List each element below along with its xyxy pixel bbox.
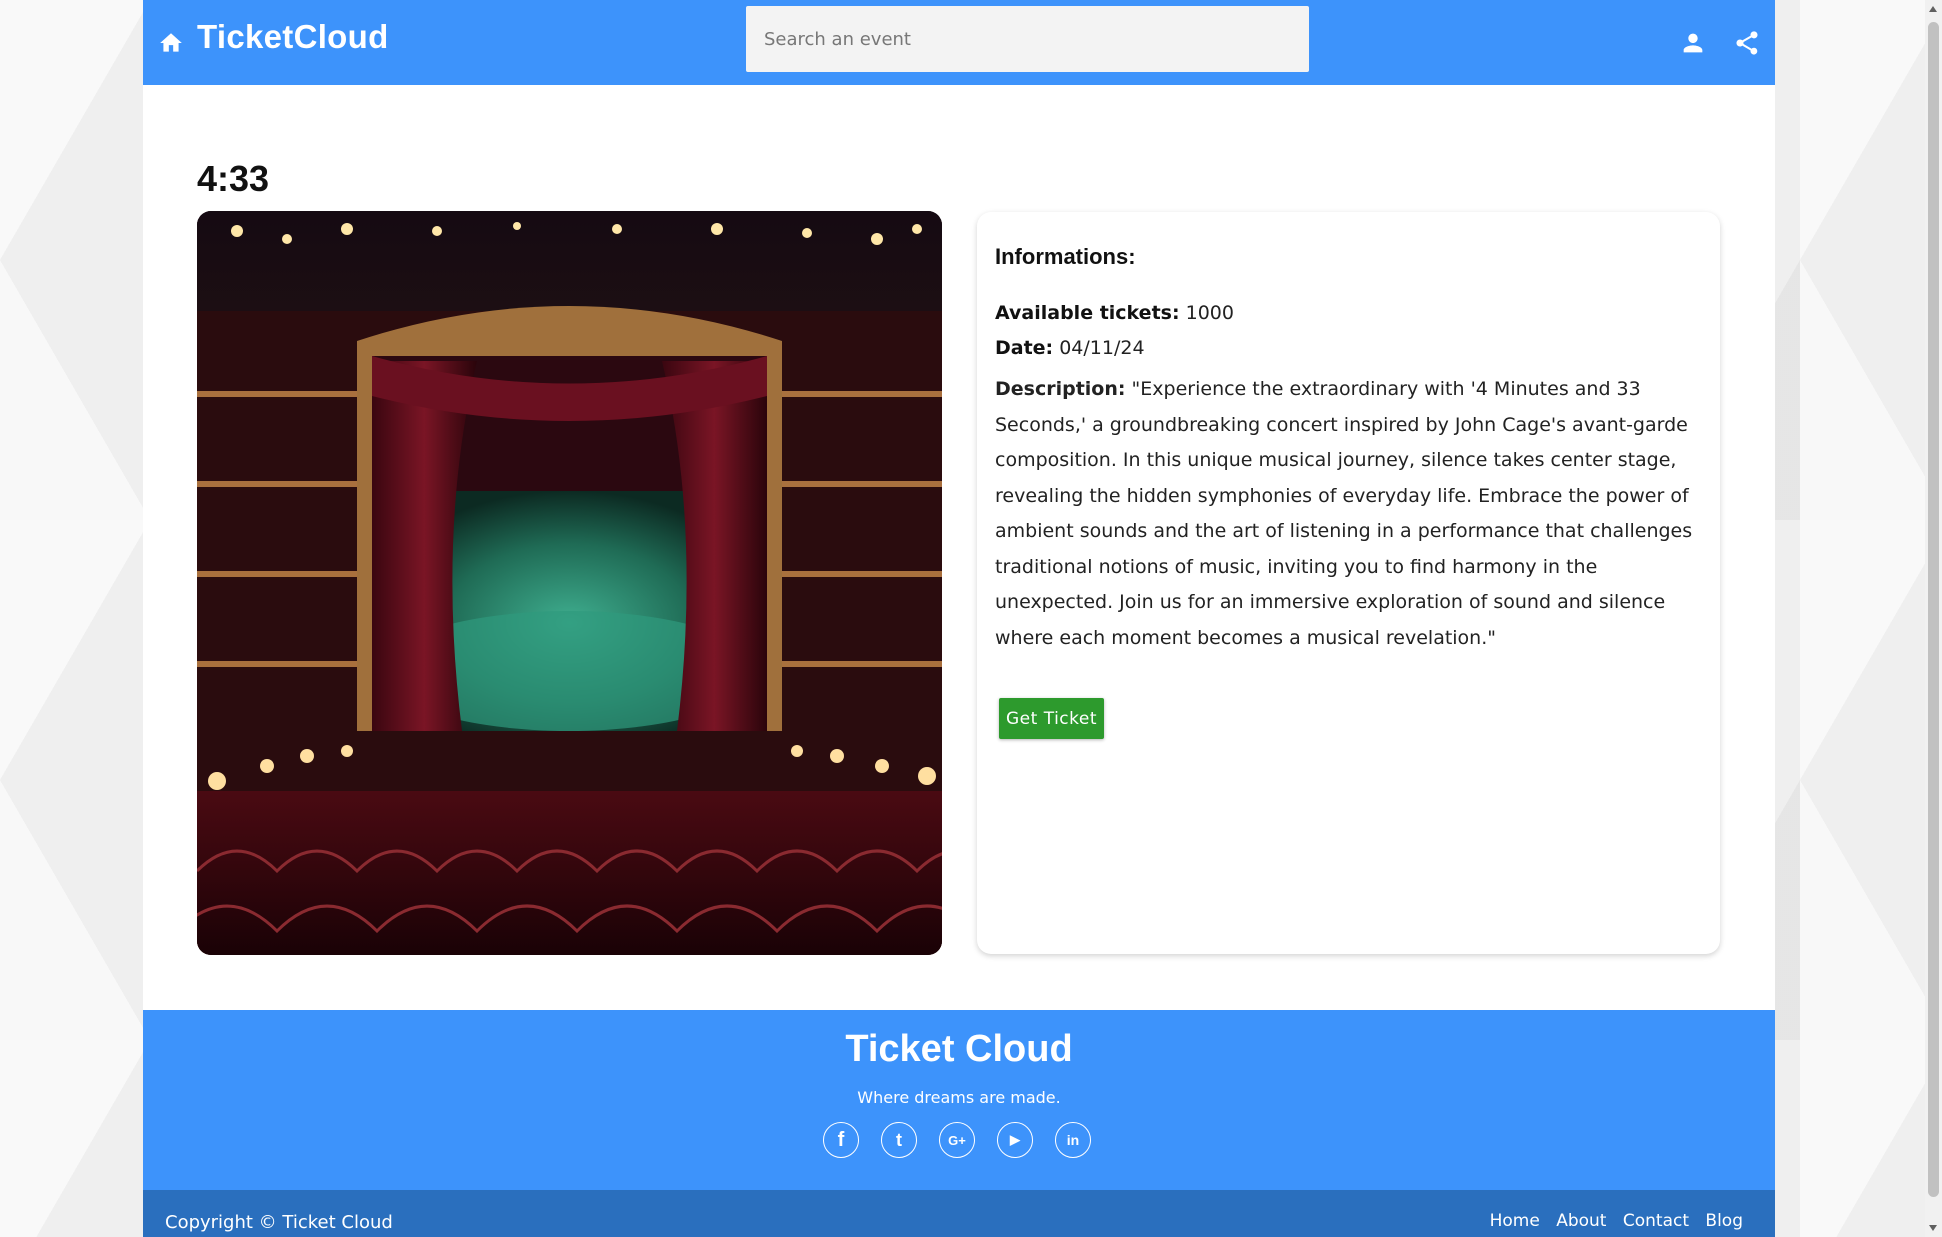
linkedin-icon[interactable]: in xyxy=(1055,1122,1091,1158)
event-info-card: Informations: Available tickets: 1000 Da… xyxy=(977,212,1720,954)
footer-title: Ticket Cloud xyxy=(845,1028,1073,1070)
footer-links: Home About Contact Blog xyxy=(1479,1211,1743,1231)
description-text: "Experience the extraordinary with '4 Mi… xyxy=(995,378,1693,649)
get-ticket-button[interactable]: Get Ticket xyxy=(999,698,1104,739)
description-row: Description: "Experience the extraordina… xyxy=(995,372,1702,656)
footer-link-about[interactable]: About xyxy=(1556,1211,1606,1231)
top-navbar: TicketCloud xyxy=(143,0,1775,85)
date-label: Date: xyxy=(995,337,1054,359)
info-heading: Informations: xyxy=(995,244,1136,269)
scroll-down-arrow-icon[interactable] xyxy=(1929,1225,1937,1231)
twitter-icon[interactable]: t xyxy=(881,1122,917,1158)
scroll-up-arrow-icon[interactable] xyxy=(1929,6,1937,12)
footer-link-contact[interactable]: Contact xyxy=(1623,1211,1689,1231)
facebook-icon[interactable]: f xyxy=(823,1122,859,1158)
available-tickets-value: 1000 xyxy=(1185,302,1234,324)
available-tickets-label: Available tickets: xyxy=(995,302,1180,324)
search-input[interactable] xyxy=(746,6,1309,72)
home-icon[interactable] xyxy=(158,30,184,56)
footer-link-blog[interactable]: Blog xyxy=(1705,1211,1743,1231)
theater-stage-image xyxy=(197,211,942,955)
youtube-icon[interactable]: ▶ xyxy=(997,1122,1033,1158)
event-title: 4:33 xyxy=(197,158,270,200)
footer: Ticket Cloud Where dreams are made. f t … xyxy=(143,1010,1775,1190)
scroll-thumb[interactable] xyxy=(1928,22,1939,1197)
description-label: Description: xyxy=(995,378,1126,400)
event-image xyxy=(197,211,942,955)
copyright-text: Copyright © Ticket Cloud xyxy=(165,1212,393,1233)
page: TicketCloud 4:33 xyxy=(143,0,1775,1237)
footer-link-home[interactable]: Home xyxy=(1490,1211,1540,1231)
date-value: 04/11/24 xyxy=(1059,337,1145,359)
share-icon[interactable] xyxy=(1733,29,1761,57)
social-links: f t G+ ▶ in xyxy=(823,1122,1113,1162)
brand-logo[interactable]: TicketCloud xyxy=(197,18,389,56)
user-icon[interactable] xyxy=(1679,29,1707,57)
footer-tagline: Where dreams are made. xyxy=(857,1088,1061,1107)
google-plus-icon[interactable]: G+ xyxy=(939,1122,975,1158)
available-tickets-row: Available tickets: 1000 xyxy=(995,296,1702,331)
date-row: Date: 04/11/24 xyxy=(995,331,1702,366)
footer-bottom-bar: Copyright © Ticket Cloud Home About Cont… xyxy=(143,1190,1775,1237)
page-scrollbar[interactable] xyxy=(1925,0,1942,1237)
